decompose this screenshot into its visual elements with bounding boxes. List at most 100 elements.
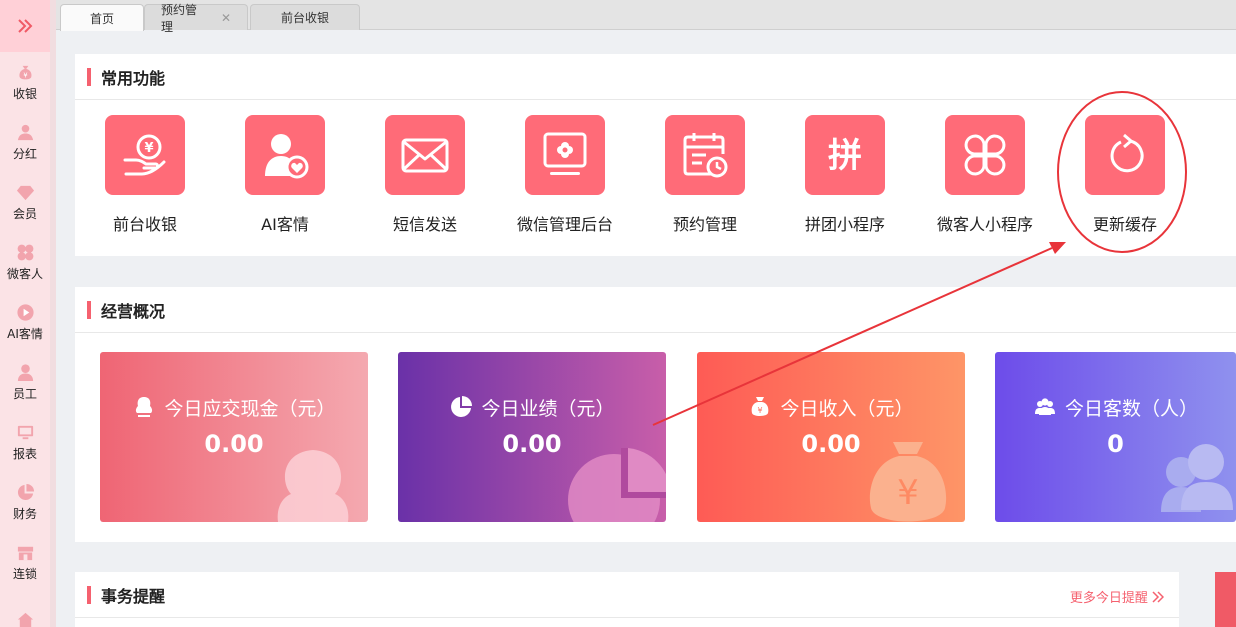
- monitor-icon: [17, 425, 33, 439]
- panel-title: 常用功能: [101, 68, 166, 88]
- sidebar-item-more[interactable]: [0, 592, 50, 627]
- pie-chart-icon: [451, 396, 473, 417]
- quick-appointment[interactable]: 预约管理: [635, 115, 775, 235]
- diamond-icon: [16, 185, 34, 200]
- tab-label: 首页: [89, 11, 114, 26]
- quick-label: 前台收银: [112, 215, 177, 234]
- sidebar-item-label: 报表: [12, 446, 37, 461]
- stat-card-title: ¥ 今日收入（元）: [697, 394, 965, 421]
- stat-card-customers[interactable]: 今日客数（人） 0: [995, 352, 1236, 522]
- panel-header: 经营概况: [75, 287, 1236, 333]
- user-heart-icon: [265, 134, 309, 179]
- coin-hand-icon: ¥: [123, 134, 166, 176]
- side-float-tab[interactable]: [1215, 572, 1236, 627]
- sidebar-item-cashier[interactable]: ¥ 收银: [0, 52, 50, 112]
- panel-header: 常用功能: [75, 54, 1236, 100]
- quick-label: 微信管理后台: [516, 215, 613, 234]
- sidebar-item-member[interactable]: 会员: [0, 172, 50, 232]
- stat-card-title: 今日业绩（元）: [398, 394, 666, 421]
- tab-label: 前台收银: [280, 11, 329, 25]
- double-chevron-right-icon: [18, 19, 33, 33]
- sidebar-item-label: AI客情: [7, 326, 43, 341]
- quick-functions-panel: 常用功能 ¥ 前台收银 AI客情 短信发送 微信管理后台 预约管理 拼 拼团小程…: [75, 54, 1236, 256]
- sidebar-item-label: 收银: [12, 86, 37, 101]
- sidebar-item-label: 会员: [12, 206, 37, 221]
- sidebar-item-finance[interactable]: 财务: [0, 472, 50, 532]
- quick-tile: [945, 115, 1025, 195]
- sidebar-item-weiguest[interactable]: 微客人: [0, 232, 50, 292]
- more-reminders-label: 更多今日提醒: [1069, 591, 1148, 606]
- sidebar-item-label: 员工: [12, 386, 37, 401]
- monitor-flower-icon: [543, 132, 587, 175]
- quick-tile: 拼: [805, 115, 885, 195]
- panel-header: 事务提醒: [75, 572, 1179, 618]
- tab-appointment[interactable]: 预约管理 ✕: [144, 3, 248, 34]
- sidebar-item-label: 财务: [12, 506, 37, 521]
- quick-tile: ¥: [105, 115, 185, 195]
- sidebar-item-ai[interactable]: AI客情: [0, 292, 50, 352]
- sidebar-item-label: 微客人: [6, 266, 43, 281]
- sidebar-expand-button[interactable]: [0, 0, 50, 52]
- money-bag-icon: ¥: [18, 65, 32, 79]
- svg-text:¥: ¥: [758, 406, 763, 415]
- header-accent-bar: [87, 585, 91, 604]
- stat-card-value: 0.00: [204, 430, 264, 458]
- quick-refresh-cache[interactable]: 更新缓存: [1055, 115, 1195, 235]
- panel-title: 经营概况: [101, 301, 166, 321]
- stat-card-value: 0.00: [801, 430, 861, 458]
- pie-chart-icon: [17, 483, 34, 500]
- play-circle-icon: [16, 303, 34, 321]
- money-bag-icon: ¥: [752, 397, 769, 416]
- stat-card-cash[interactable]: 今日应交现金（元） 0.00: [100, 352, 368, 522]
- users-icon: [1034, 398, 1055, 415]
- clover-outline-icon: [964, 134, 1006, 176]
- svg-text:¥: ¥: [897, 473, 919, 513]
- calendar-clock-icon: [683, 133, 728, 178]
- sidebar: ¥ 收银 分红 会员 微客人 AI客情 员工 报表 财务 连锁: [0, 0, 50, 627]
- sidebar-item-dividend[interactable]: 分红: [0, 112, 50, 172]
- tab-bar: 首页 预约管理 ✕ 前台收银: [56, 0, 1236, 34]
- quick-label: 预约管理: [672, 215, 737, 234]
- panel-title: 事务提醒: [101, 586, 166, 606]
- stat-card-income[interactable]: ¥ ¥ 今日收入（元） 0.00: [697, 352, 965, 522]
- sidebar-divider: [50, 0, 56, 627]
- clover-icon: [17, 244, 33, 260]
- sidebar-nav: ¥ 收银 分红 会员 微客人 AI客情 员工 报表 财务 连锁: [0, 52, 50, 627]
- stat-card-title: 今日应交现金（元）: [100, 394, 368, 421]
- quick-sms[interactable]: 短信发送: [355, 115, 495, 235]
- quick-label: 短信发送: [392, 215, 457, 234]
- svg-text:¥: ¥: [23, 71, 27, 79]
- sidebar-item-label: 连锁: [12, 566, 37, 581]
- quick-tile: [385, 115, 465, 195]
- quick-group-buy[interactable]: 拼 拼团小程序: [775, 115, 915, 235]
- quick-label: 更新缓存: [1092, 215, 1157, 234]
- quick-label: 微客人小程序: [936, 215, 1033, 234]
- quick-wechat-admin[interactable]: 微信管理后台: [495, 115, 635, 235]
- stat-card-value: 0: [1107, 430, 1124, 458]
- home-icon: [17, 612, 33, 627]
- tab-home[interactable]: 首页: [60, 4, 144, 31]
- pin-char-icon: 拼: [828, 136, 862, 176]
- svg-text:¥: ¥: [144, 141, 153, 156]
- quick-tile: [245, 115, 325, 195]
- quick-weiguest-mini[interactable]: 微客人小程序: [915, 115, 1055, 235]
- quick-tile: [1085, 115, 1165, 195]
- svg-text:拼: 拼: [828, 136, 862, 176]
- tab-front-cashier[interactable]: 前台收银: [250, 4, 360, 30]
- more-reminders-link[interactable]: 更多今日提醒: [1069, 587, 1165, 606]
- quick-ai-guest[interactable]: AI客情: [215, 115, 355, 235]
- header-accent-bar: [87, 67, 91, 86]
- stat-card-performance[interactable]: 今日业绩（元） 0.00: [398, 352, 666, 522]
- overview-panel: 经营概况 今日应交现金（元） 0.00 今日业绩（元） 0.00 ¥ ¥ 今日收入…: [75, 287, 1236, 542]
- sidebar-item-label: 分红: [12, 146, 37, 161]
- refresh-icon: [1110, 133, 1144, 173]
- quick-front-cashier[interactable]: ¥ 前台收银: [75, 115, 215, 235]
- sidebar-item-report[interactable]: 报表: [0, 412, 50, 472]
- person-icon: [136, 397, 153, 417]
- user-icon: [17, 363, 33, 381]
- quick-label: AI客情: [261, 215, 309, 234]
- sidebar-item-chain[interactable]: 连锁: [0, 532, 50, 592]
- quick-functions-row: ¥ 前台收银 AI客情 短信发送 微信管理后台 预约管理 拼 拼团小程序 微客人…: [75, 115, 1236, 245]
- close-icon[interactable]: ✕: [221, 11, 231, 25]
- sidebar-item-staff[interactable]: 员工: [0, 352, 50, 412]
